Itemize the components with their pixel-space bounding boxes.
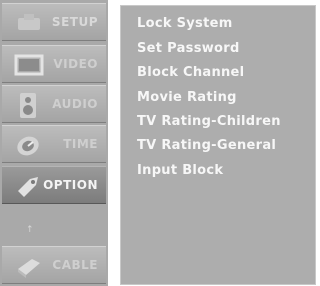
sidebar-item-time[interactable]: TIME <box>2 125 106 163</box>
sidebar-item-label: TIME <box>63 137 98 151</box>
menu-item-tv-rating-children[interactable]: TV Rating-Children <box>137 114 281 129</box>
menu-item-movie-rating[interactable]: Movie Rating <box>137 90 237 105</box>
sidebar-item-label: SETUP <box>51 15 98 29</box>
setup-icon <box>18 14 40 30</box>
lock-submenu-panel: Lock System Set Password Block Channel M… <box>120 5 316 285</box>
menu-item-block-channel[interactable]: Block Channel <box>137 65 244 80</box>
sidebar-item-label: AUDIO <box>52 97 98 111</box>
sidebar-item-setup[interactable]: SETUP <box>2 3 106 41</box>
tag-icon <box>18 177 38 197</box>
sidebar-item-cable[interactable]: CABLE <box>2 246 106 284</box>
sidebar-menu: SETUP VIDEO AUDIO TIME OPTION ↑ CABLE <box>0 0 108 286</box>
menu-item-set-password[interactable]: Set Password <box>137 41 240 56</box>
menu-item-tv-rating-general[interactable]: TV Rating-General <box>137 138 276 153</box>
sidebar-item-label: VIDEO <box>53 57 98 71</box>
sidebar-item-audio[interactable]: AUDIO <box>2 85 106 123</box>
cable-icon <box>18 259 40 278</box>
sidebar-item-video[interactable]: VIDEO <box>2 45 106 83</box>
sidebar-item-label: OPTION <box>43 178 98 192</box>
menu-item-lock-system[interactable]: Lock System <box>137 16 233 31</box>
monitor-icon <box>14 54 44 76</box>
sidebar-item-label: CABLE <box>52 258 98 272</box>
clock-icon <box>17 136 39 156</box>
scroll-up-arrow-icon[interactable]: ↑ <box>26 225 34 235</box>
menu-item-input-block[interactable]: Input Block <box>137 163 223 178</box>
speaker-icon <box>20 93 36 118</box>
sidebar-item-option[interactable]: OPTION <box>2 166 106 204</box>
